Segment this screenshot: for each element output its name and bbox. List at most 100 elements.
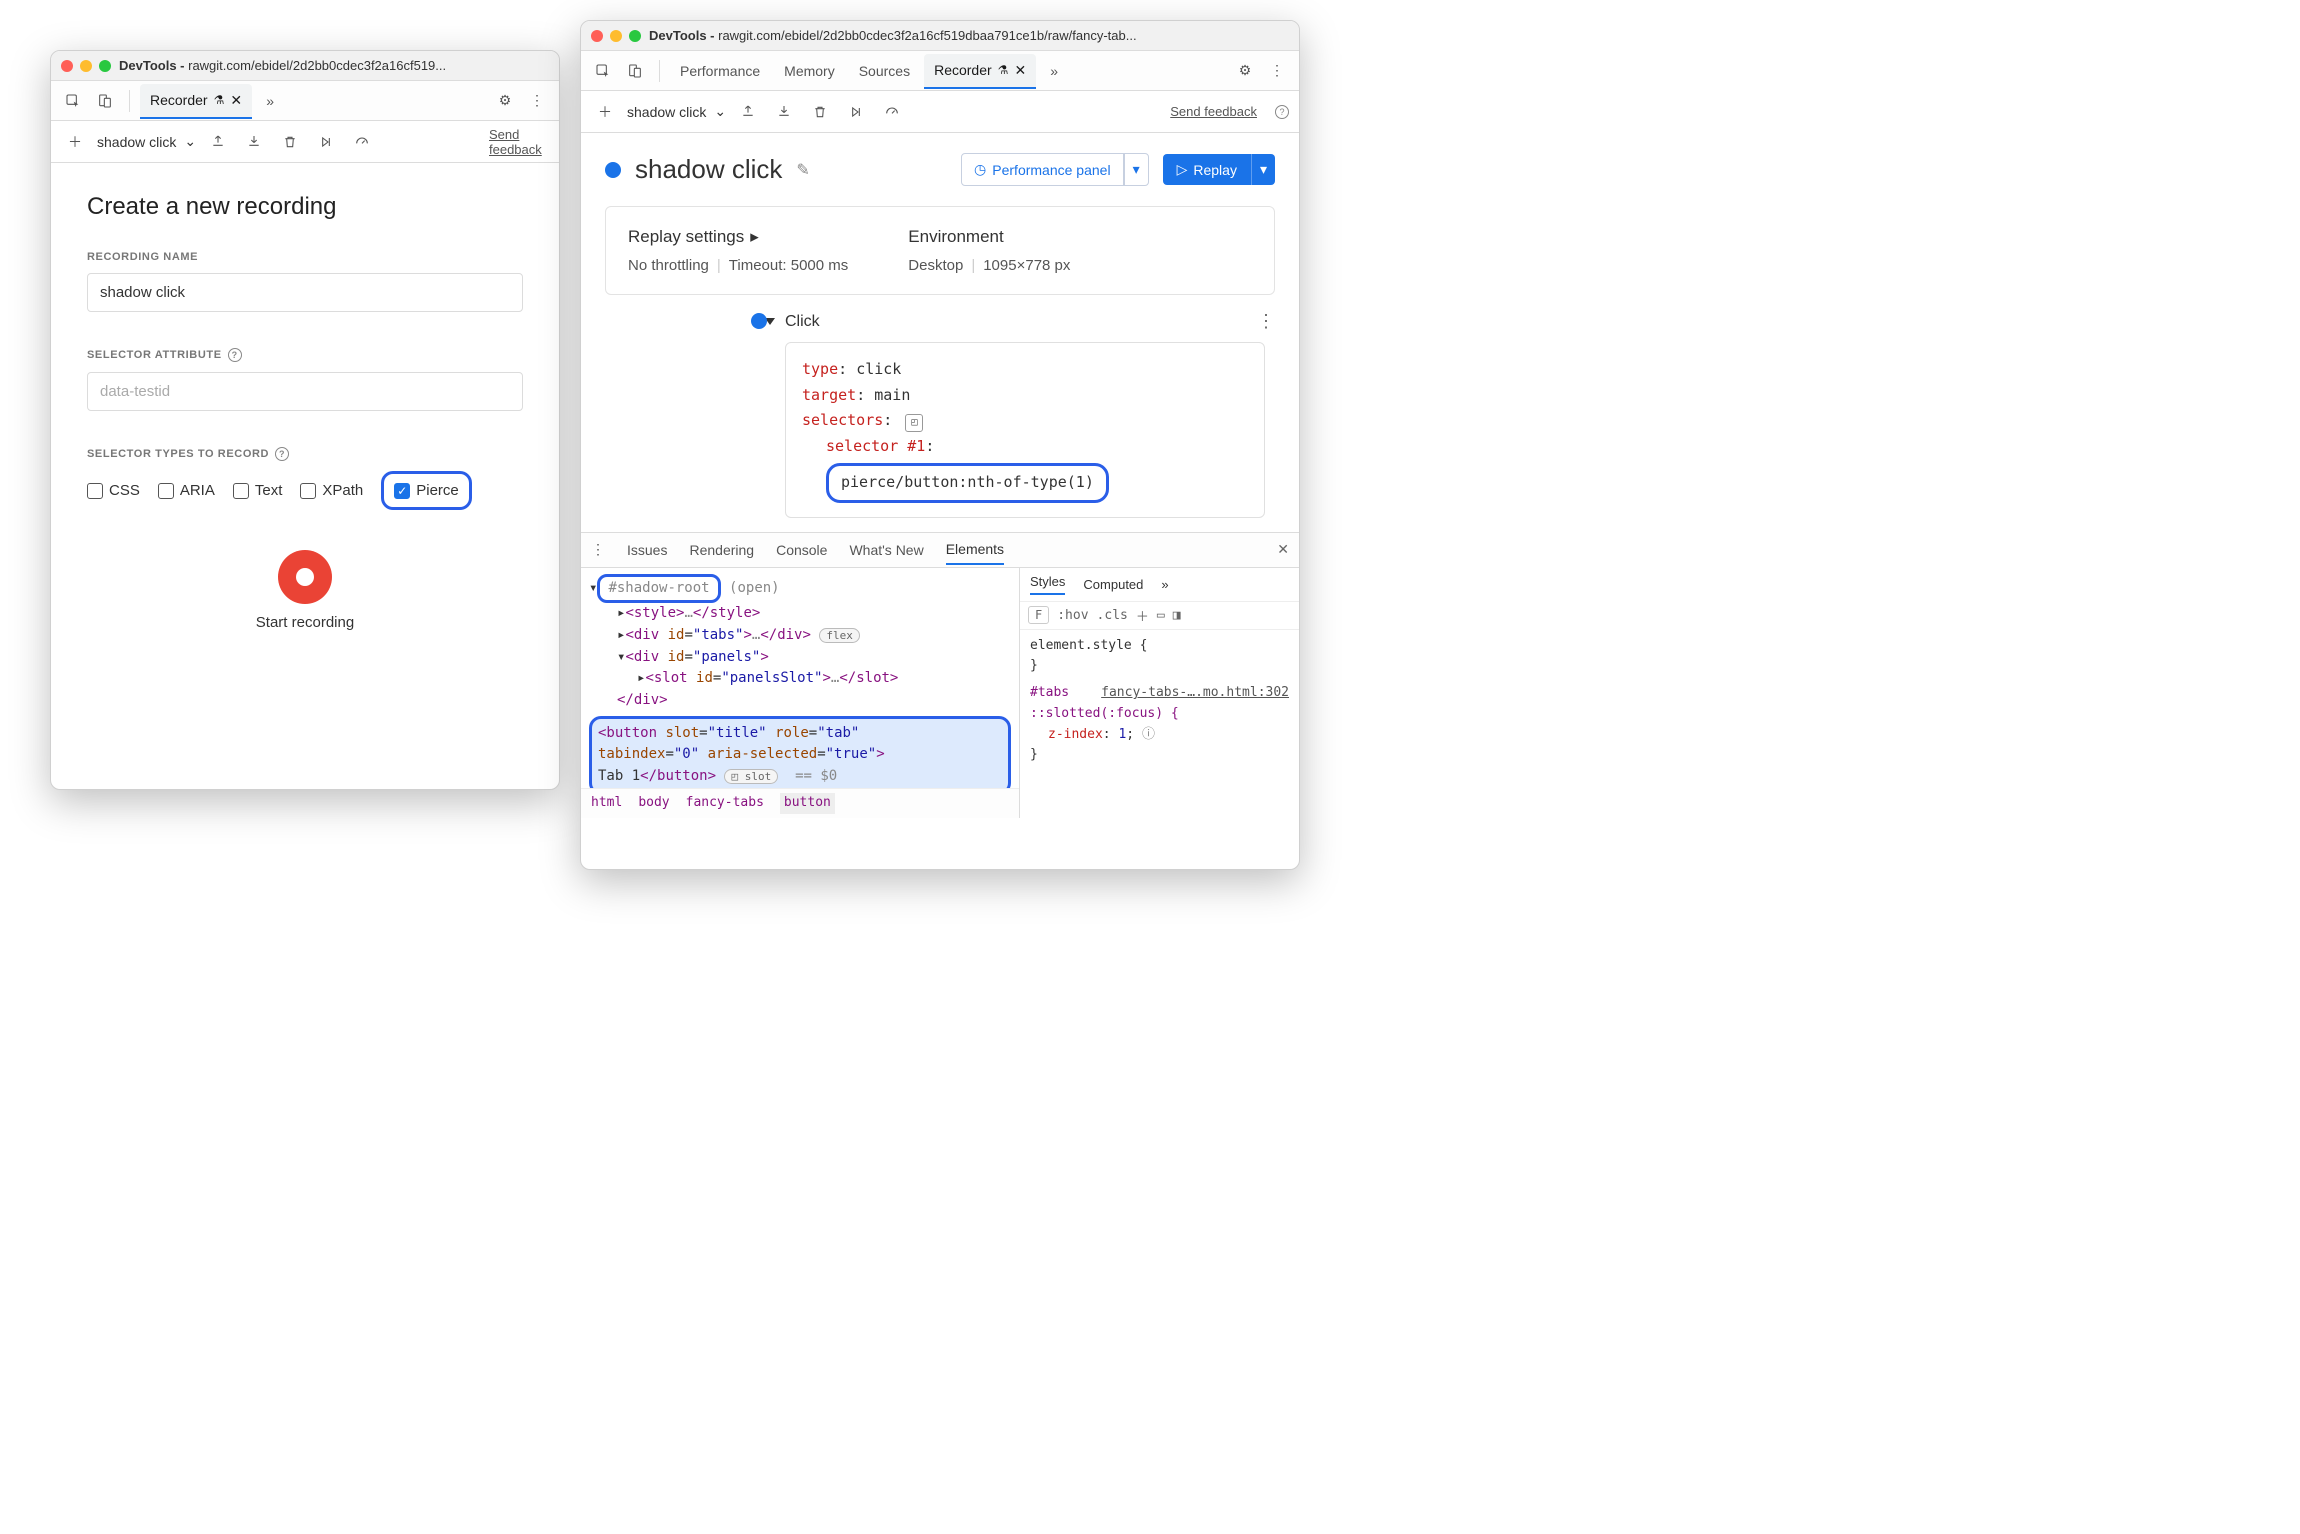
replay-settings-summary: No throttling|Timeout: 5000 ms xyxy=(628,257,848,274)
selector-attribute-input[interactable]: data-testid xyxy=(87,372,523,411)
send-feedback-link[interactable]: Send feedback xyxy=(1170,104,1257,119)
close-tab-icon[interactable]: ✕ xyxy=(230,92,242,109)
close-dot[interactable] xyxy=(591,30,603,42)
export-icon[interactable] xyxy=(734,98,762,126)
recording-name-input[interactable]: shadow click xyxy=(87,273,523,312)
flask-icon: ⚗ xyxy=(998,63,1009,77)
cls-toggle[interactable]: .cls xyxy=(1097,608,1128,623)
help-icon[interactable]: ? xyxy=(275,447,289,461)
checkbox-pierce[interactable]: ✓Pierce xyxy=(394,482,459,499)
label-selector-attribute: SELECTOR ATTRIBUTE ? xyxy=(87,348,523,362)
tab-label: Recorder xyxy=(150,92,208,108)
timeline-dot-icon xyxy=(751,313,767,329)
recording-name-text: shadow click xyxy=(97,134,176,150)
recording-title: shadow click xyxy=(635,154,782,185)
settings-icon[interactable]: ⚙ xyxy=(1231,57,1259,85)
drawer-tab-whatsnew[interactable]: What's New xyxy=(849,542,923,558)
more-tabs-icon[interactable]: » xyxy=(1040,57,1068,85)
traffic-lights xyxy=(591,30,641,42)
filter-input[interactable]: F xyxy=(1028,606,1049,624)
checkbox-css[interactable]: CSS xyxy=(87,482,140,499)
styles-tab-styles[interactable]: Styles xyxy=(1030,574,1065,595)
start-recording-button[interactable]: Start recording xyxy=(87,550,523,631)
delete-icon[interactable] xyxy=(806,98,834,126)
label-recording-name: RECORDING NAME xyxy=(87,251,523,263)
new-recording-icon[interactable]: ＋ xyxy=(61,128,89,156)
settings-icon[interactable]: ⚙ xyxy=(491,87,519,115)
replay-dropdown-icon[interactable]: ▾ xyxy=(1251,154,1275,185)
minimize-dot[interactable] xyxy=(80,60,92,72)
selected-node[interactable]: <button slot="title" role="tab" tabindex… xyxy=(589,716,1011,795)
breadcrumb[interactable]: html body fancy-tabs button xyxy=(581,788,1019,817)
computed-toggle-icon[interactable]: ▭ xyxy=(1157,608,1165,623)
kebab-icon[interactable]: ⋮ xyxy=(1263,57,1291,85)
checkbox-aria[interactable]: ARIA xyxy=(158,482,215,499)
replay-icon[interactable] xyxy=(842,98,870,126)
element-picker-icon[interactable]: ◰ xyxy=(905,414,923,432)
perf-dropdown-icon[interactable]: ▾ xyxy=(1124,153,1149,186)
drawer-tab-issues[interactable]: Issues xyxy=(627,542,667,558)
drawer-tab-console[interactable]: Console xyxy=(776,542,827,558)
info-icon[interactable]: ⓘ xyxy=(1142,727,1155,742)
selector-value[interactable]: pierce/button:nth-of-type(1) xyxy=(826,463,1109,503)
tab-recorder[interactable]: Recorder ⚗ ✕ xyxy=(924,54,1036,89)
divider xyxy=(129,90,130,112)
speed-icon[interactable] xyxy=(348,128,376,156)
kebab-icon[interactable]: ⋮ xyxy=(523,87,551,115)
checkbox-text[interactable]: Text xyxy=(233,482,283,499)
recording-select[interactable]: shadow click ⌄ xyxy=(627,103,726,120)
close-tab-icon[interactable]: ✕ xyxy=(1014,62,1026,79)
slot-badge[interactable]: ◰ slot xyxy=(724,769,778,784)
recorder-toolbar: ＋ shadow click ⌄ Send feedback xyxy=(51,121,559,163)
more-tabs-icon[interactable]: » xyxy=(1161,577,1168,592)
chevron-down-icon: ⌄ xyxy=(184,133,196,150)
recording-select[interactable]: shadow click ⌄ xyxy=(97,133,196,150)
zoom-dot[interactable] xyxy=(99,60,111,72)
highlight-pierce: ✓Pierce xyxy=(381,471,472,510)
checkbox-xpath[interactable]: XPath xyxy=(300,482,363,499)
import-icon[interactable] xyxy=(770,98,798,126)
tab-recorder[interactable]: Recorder ⚗ ✕ xyxy=(140,84,252,119)
import-icon[interactable] xyxy=(240,128,268,156)
new-recording-icon[interactable]: ＋ xyxy=(591,98,619,126)
recording-header: shadow click ✎ ◷Performance panel ▾ ▷Rep… xyxy=(581,133,1299,196)
help-icon[interactable]: ? xyxy=(228,348,242,362)
tab-performance[interactable]: Performance xyxy=(670,55,770,87)
device-toggle-icon[interactable] xyxy=(91,87,119,115)
step-title[interactable]: Click xyxy=(785,313,820,331)
inspect-icon[interactable] xyxy=(589,57,617,85)
more-tabs-icon[interactable]: » xyxy=(256,87,284,115)
zoom-dot[interactable] xyxy=(629,30,641,42)
replay-icon[interactable] xyxy=(312,128,340,156)
export-icon[interactable] xyxy=(204,128,232,156)
replay-button[interactable]: ▷Replay ▾ xyxy=(1163,154,1275,185)
dom-tree[interactable]: ▾#shadow-root (open) ▸<style>…</style> ▸… xyxy=(581,568,1019,818)
minimize-dot[interactable] xyxy=(610,30,622,42)
drawer-tab-elements[interactable]: Elements xyxy=(946,541,1004,565)
inspect-icon[interactable] xyxy=(59,87,87,115)
close-dot[interactable] xyxy=(61,60,73,72)
send-feedback-link[interactable]: Send feedback xyxy=(489,127,549,157)
hov-toggle[interactable]: :hov xyxy=(1057,608,1088,623)
main-tabbar: Performance Memory Sources Recorder ⚗ ✕ … xyxy=(581,51,1299,91)
performance-panel-button[interactable]: ◷Performance panel ▾ xyxy=(961,153,1149,186)
drawer-tab-rendering[interactable]: Rendering xyxy=(689,542,754,558)
drawer-kebab-icon[interactable]: ⋮ xyxy=(591,541,605,558)
flex-badge[interactable]: flex xyxy=(819,628,860,643)
styles-rules[interactable]: element.style { } #tabs fancy-tabs-….mo.… xyxy=(1020,630,1299,773)
device-toggle-icon[interactable] xyxy=(621,57,649,85)
edit-title-icon[interactable]: ✎ xyxy=(796,160,809,180)
replay-settings-toggle[interactable]: Replay settings ▸ xyxy=(628,227,848,247)
close-drawer-icon[interactable]: ✕ xyxy=(1277,541,1289,558)
new-rule-icon[interactable]: ＋ xyxy=(1136,606,1149,625)
speed-icon[interactable] xyxy=(878,98,906,126)
delete-icon[interactable] xyxy=(276,128,304,156)
styles-tab-computed[interactable]: Computed xyxy=(1083,577,1143,592)
tab-sources[interactable]: Sources xyxy=(849,55,920,87)
source-link[interactable]: fancy-tabs-….mo.html:302 xyxy=(1101,683,1289,704)
help-icon[interactable]: ? xyxy=(1275,105,1289,119)
sidebar-toggle-icon[interactable]: ◨ xyxy=(1173,608,1181,623)
replay-settings-panel: Replay settings ▸ No throttling|Timeout:… xyxy=(605,206,1275,295)
tab-memory[interactable]: Memory xyxy=(774,55,845,87)
step-kebab-icon[interactable]: ⋮ xyxy=(1257,311,1275,332)
